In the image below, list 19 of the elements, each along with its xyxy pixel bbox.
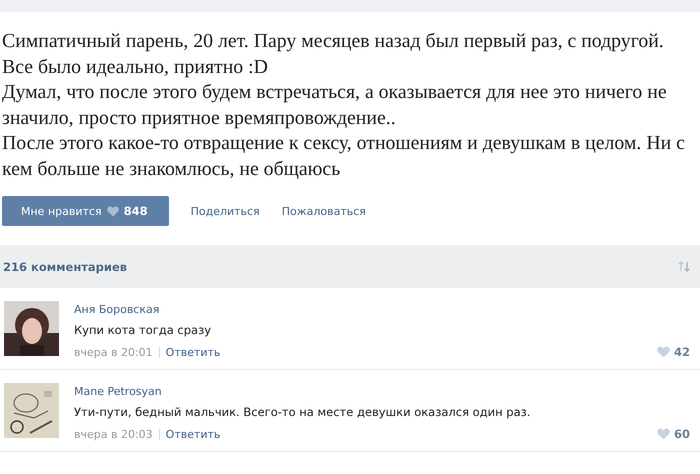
reply-link[interactable]: Ответить — [166, 346, 220, 358]
comment-author[interactable]: Аня Боровская — [74, 303, 690, 316]
comment-text: Купи кота тогда сразу — [74, 323, 212, 337]
action-link[interactable]: Поделиться — [190, 204, 260, 218]
reply-link[interactable]: Ответить — [166, 428, 220, 440]
sort-icon[interactable] — [678, 261, 690, 272]
heart-icon[interactable] — [656, 428, 670, 440]
post-paragraph: После этого какое-то отвращение к сексу, отношениям и девушкам в целом. Ни с кем больше не знакомлюсь, не общаюсь — [2, 131, 686, 182]
like-button[interactable]: Мне нравится 848 — [2, 196, 169, 226]
comment-author[interactable]: Mane Petrosyan — [74, 385, 690, 398]
like-count: 60 — [674, 427, 690, 441]
action-link[interactable]: Пожаловаться — [282, 204, 366, 218]
heart-icon — [106, 206, 119, 216]
like-count: 42 — [674, 345, 690, 359]
post-paragraph: Думал, что после этого будем встречаться, а оказывается для нее это ничего не значило, просто приятное времяпровождение.. — [2, 80, 668, 130]
comments-count: 216 комментариев — [3, 260, 128, 274]
comment-text: Ути-пути, бедный мальчик. Всего-то на месте девушки оказался один раз. — [74, 405, 532, 419]
post-paragraph: Симпатичный парень, 20 лет. Пару месяцев назад был первый раз, с подругой. Все было идеально, приятно :D — [2, 29, 665, 80]
heart-icon[interactable] — [656, 346, 670, 358]
